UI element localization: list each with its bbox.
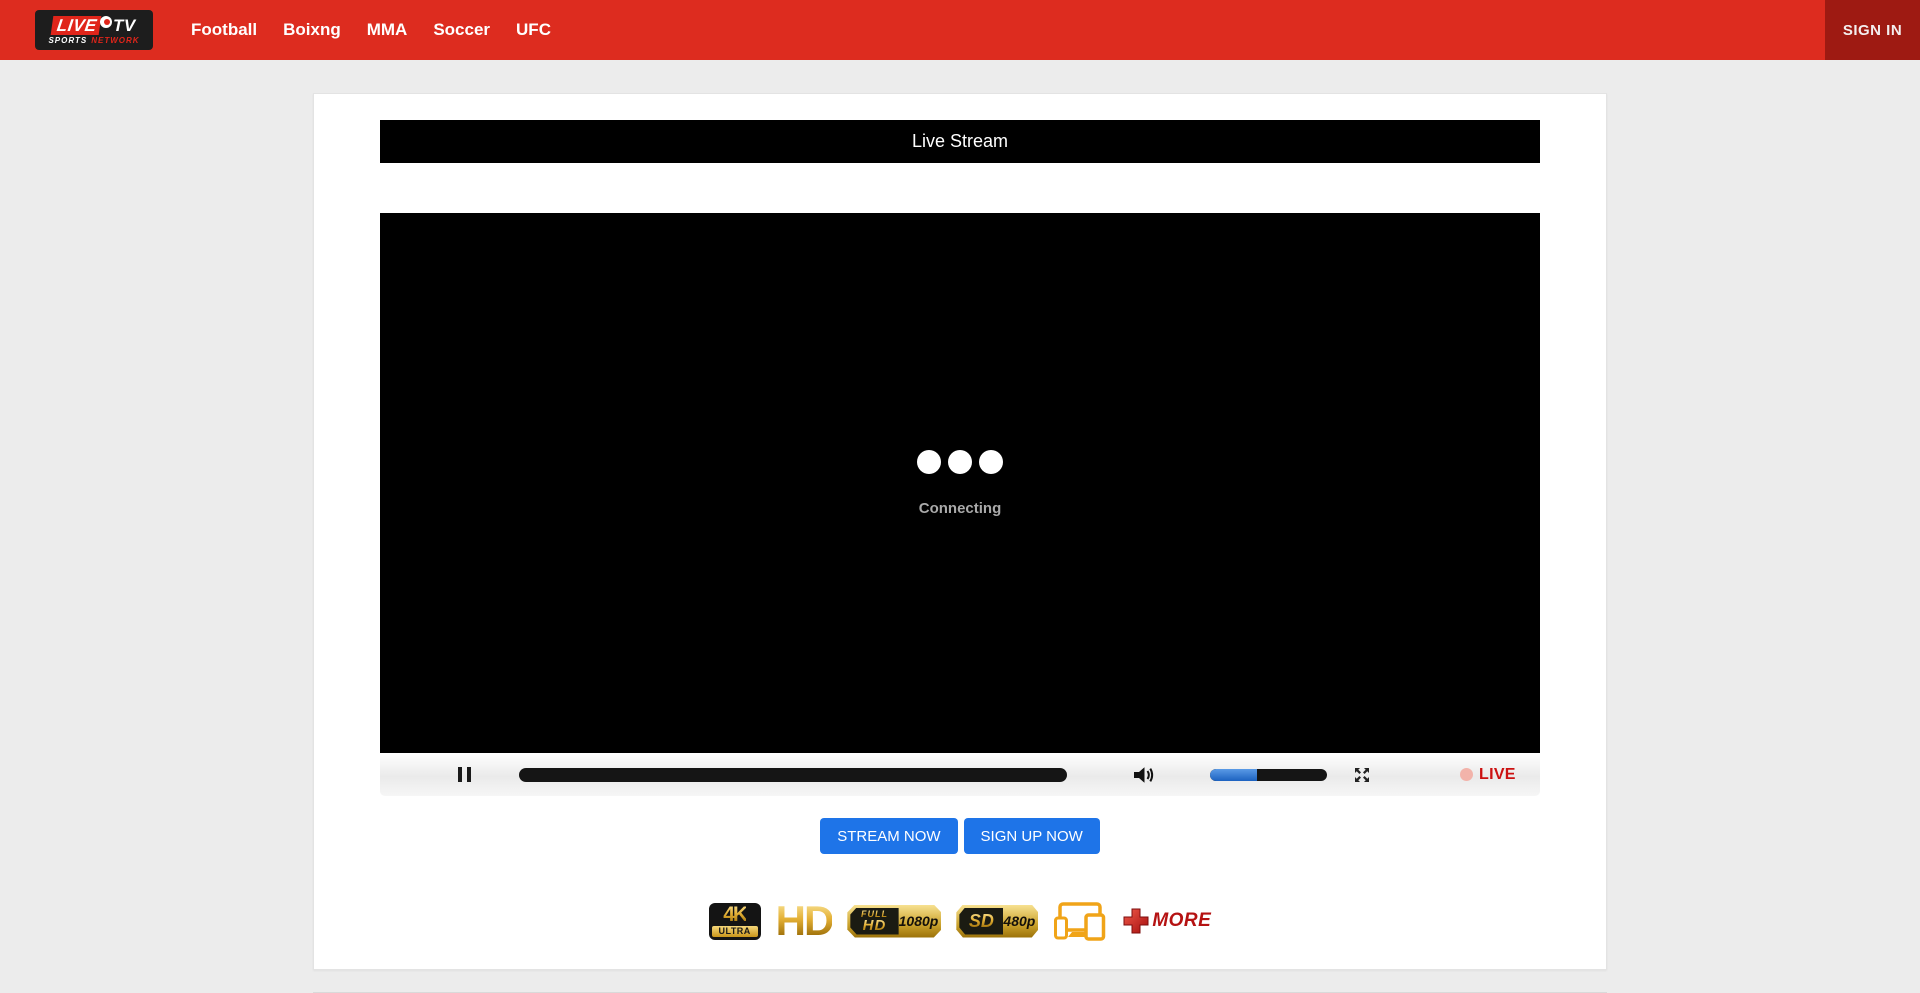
player-control-bar: LIVE <box>380 753 1540 796</box>
video-screen[interactable]: Connecting <box>380 213 1540 753</box>
loading-dot <box>979 450 1003 474</box>
devices-multiscreen-icon <box>1053 901 1107 941</box>
more-text: MORE <box>1152 910 1211 932</box>
site-logo[interactable]: LIVE TV SPORTS NETWORK <box>35 10 153 50</box>
cta-buttons: STREAM NOW SIGN UP NOW <box>380 818 1540 854</box>
pause-button[interactable] <box>458 767 471 782</box>
loading-dot <box>948 450 972 474</box>
nav-item-mma[interactable]: MMA <box>354 20 421 40</box>
live-dot-icon <box>1460 768 1473 781</box>
connecting-status-text: Connecting <box>919 500 1002 517</box>
stream-title-bar: Live Stream <box>380 120 1540 163</box>
loading-dot <box>917 450 941 474</box>
fullscreen-button[interactable] <box>1352 765 1372 785</box>
badge-sd-text: SD <box>969 912 994 930</box>
badge-hd: HD <box>776 902 833 940</box>
badge-sd-480p: SD 480p <box>956 905 1038 938</box>
volume-icon[interactable] <box>1132 765 1156 785</box>
badge-full-hd-1080p: FULL HD 1080p <box>847 905 941 938</box>
quality-badges-row: 4K ULTRA HD FULL HD 1080p SD 480p <box>380 901 1540 941</box>
sign-in-button[interactable]: SIGN IN <box>1825 0 1920 60</box>
logo-lens-icon <box>100 16 112 28</box>
plus-icon <box>1122 907 1150 935</box>
live-label: LIVE <box>1479 766 1516 784</box>
badge-sd-label: SD <box>959 908 1003 935</box>
badge-4k-ultra: 4K ULTRA <box>709 903 761 940</box>
logo-network-text: NETWORK <box>91 37 139 45</box>
plus-more-badge: MORE <box>1122 907 1211 935</box>
top-navbar: LIVE TV SPORTS NETWORK Football Boixng M… <box>0 0 1920 60</box>
nav-item-soccer[interactable]: Soccer <box>420 20 503 40</box>
logo-sports-text: SPORTS <box>48 37 87 45</box>
badge-4k-text: 4K <box>723 904 746 926</box>
badge-full-hd-label: FULL HD <box>850 908 898 935</box>
badge-480p-text: 480p <box>1003 908 1035 935</box>
seek-bar[interactable] <box>519 768 1067 782</box>
volume-slider[interactable] <box>1210 769 1327 781</box>
live-indicator: LIVE <box>1460 766 1516 784</box>
nav-item-boixng[interactable]: Boixng <box>270 20 354 40</box>
logo-live-text: LIVE <box>51 16 101 35</box>
volume-level <box>1210 769 1257 781</box>
main-menu: Football Boixng MMA Soccer UFC <box>178 20 564 40</box>
logo-tv-text: TV <box>113 17 136 34</box>
nav-item-ufc[interactable]: UFC <box>503 20 564 40</box>
loading-dots-icon <box>917 450 1003 474</box>
nav-item-football[interactable]: Football <box>178 20 270 40</box>
logo-line2: SPORTS NETWORK <box>48 37 139 45</box>
video-player: Connecting <box>380 213 1540 796</box>
stream-card: Live Stream Connecting <box>313 93 1607 970</box>
badge-hd-text: HD <box>863 919 887 933</box>
badge-1080p-text: 1080p <box>899 908 939 935</box>
badge-ultra-text: ULTRA <box>712 926 758 937</box>
sign-up-now-button[interactable]: SIGN UP NOW <box>964 818 1100 854</box>
stream-now-button[interactable]: STREAM NOW <box>820 818 957 854</box>
logo-line1: LIVE TV <box>52 16 136 35</box>
